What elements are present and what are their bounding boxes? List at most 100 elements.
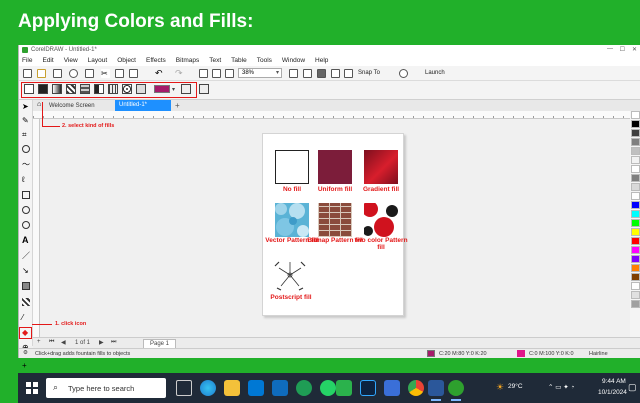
weather-temperature[interactable]: 29°C — [508, 383, 523, 390]
store-icon[interactable] — [248, 380, 264, 396]
drop-shadow-icon[interactable] — [22, 282, 30, 290]
menu-table[interactable]: Table — [231, 55, 247, 66]
palette-color[interactable] — [631, 246, 640, 254]
two-color-pattern-sample[interactable] — [362, 201, 398, 237]
connector-tool-icon[interactable]: ↘ — [22, 267, 30, 275]
palette-color[interactable] — [631, 273, 640, 281]
vertical-ruler[interactable] — [33, 119, 40, 337]
last-page-icon[interactable]: ⏭ — [111, 339, 116, 346]
palette-color[interactable] — [631, 228, 640, 236]
coreldraw-taskbar-icon[interactable] — [448, 380, 464, 401]
clock-date[interactable]: 10/1/2024 — [598, 389, 627, 396]
uniform-fill-sample[interactable] — [318, 150, 352, 184]
menu-effects[interactable]: Effects — [146, 55, 166, 66]
outlook-icon[interactable] — [272, 380, 288, 396]
export-icon[interactable] — [212, 69, 221, 78]
artistic-media-icon[interactable]: ℓ — [22, 176, 30, 184]
view-mode-icon[interactable] — [344, 69, 353, 78]
ellipse-tool-icon[interactable] — [22, 206, 30, 214]
tab-untitled-document[interactable]: Untitled-1* — [115, 100, 171, 111]
photoshop-icon[interactable] — [360, 380, 376, 396]
options-gear-icon[interactable] — [399, 69, 408, 78]
taskbar-search-input[interactable]: ⌕ Type here to search — [46, 378, 166, 398]
palette-color[interactable] — [631, 291, 640, 299]
excel-icon[interactable] — [296, 380, 312, 396]
clock-time[interactable]: 9:44 AM — [602, 378, 626, 385]
copy-icon[interactable] — [115, 69, 124, 78]
green-app-icon[interactable] — [336, 380, 352, 396]
pdf-icon[interactable] — [225, 69, 234, 78]
paste-icon[interactable] — [129, 69, 138, 78]
transparency-tool-icon[interactable] — [22, 298, 30, 306]
two-color-pattern-fill-button[interactable] — [94, 84, 104, 94]
palette-color[interactable] — [631, 183, 640, 191]
postscript-fill-button[interactable] — [122, 84, 132, 94]
minimize-icon[interactable]: — — [607, 46, 613, 52]
gradient-fill-sample[interactable] — [364, 150, 398, 184]
shape-tool-icon[interactable]: ✎ — [22, 117, 30, 125]
palette-color[interactable] — [631, 210, 640, 218]
redo-icon[interactable]: ↷ — [175, 69, 184, 78]
palette-color[interactable] — [631, 237, 640, 245]
print-icon[interactable] — [85, 69, 94, 78]
menu-layout[interactable]: Layout — [88, 55, 108, 66]
prev-page-icon[interactable]: ◀ — [61, 339, 66, 346]
whatsapp-icon[interactable] — [320, 380, 336, 396]
palette-color[interactable] — [631, 147, 640, 155]
zoom-level-select[interactable]: 38% — [238, 68, 282, 78]
palette-color[interactable] — [631, 174, 640, 182]
postscript-fill-sample[interactable] — [273, 258, 307, 292]
fill-color-picker[interactable] — [154, 85, 170, 93]
palette-color[interactable] — [631, 129, 640, 137]
import-icon[interactable] — [199, 69, 208, 78]
rectangle-tool-icon[interactable] — [22, 191, 30, 199]
launch-dropdown[interactable]: Launch — [425, 70, 445, 76]
menu-edit[interactable]: Edit — [42, 55, 53, 66]
vector-pattern-fill-button[interactable] — [66, 84, 76, 94]
new-document-icon[interactable] — [23, 69, 32, 78]
vector-pattern-sample[interactable] — [275, 203, 309, 237]
horizontal-ruler[interactable] — [33, 111, 630, 119]
maximize-icon[interactable]: ☐ — [620, 46, 625, 53]
palette-color[interactable] — [631, 282, 640, 290]
toolbox-add-icon[interactable]: + — [22, 362, 30, 370]
crop-tool-icon[interactable]: ⌗ — [22, 131, 30, 139]
edge-browser-icon[interactable] — [200, 380, 216, 396]
palette-color[interactable] — [631, 192, 640, 200]
pick-tool-icon[interactable]: ➤ — [22, 103, 30, 111]
snap-to-dropdown[interactable]: Snap To — [358, 70, 380, 76]
tab-welcome-screen[interactable]: Welcome Screen — [39, 101, 101, 111]
parallel-dimension-icon[interactable]: ／ — [22, 252, 30, 260]
menu-bitmaps[interactable]: Bitmaps — [176, 55, 199, 66]
monitor-app-icon[interactable] — [384, 380, 400, 396]
freehand-tool-icon[interactable]: 〜 — [22, 161, 30, 169]
palette-color[interactable] — [631, 201, 640, 209]
windows-start-icon[interactable] — [26, 382, 38, 394]
cloud-icon[interactable] — [69, 69, 78, 78]
first-page-icon[interactable]: ⏮ — [49, 339, 54, 346]
fill-settings-icon[interactable] — [217, 84, 227, 94]
close-icon[interactable]: ✕ — [632, 46, 637, 53]
menu-tools[interactable]: Tools — [257, 55, 272, 66]
fill-options-button[interactable] — [136, 84, 146, 94]
palette-color[interactable] — [631, 165, 640, 173]
save-icon[interactable] — [53, 69, 62, 78]
palette-color[interactable] — [631, 156, 640, 164]
fill-indicator-icon[interactable] — [427, 350, 435, 357]
palette-color[interactable] — [631, 219, 640, 227]
no-fill-button[interactable] — [24, 84, 34, 94]
palette-color[interactable] — [631, 138, 640, 146]
menu-object[interactable]: Object — [117, 55, 136, 66]
palette-color[interactable] — [631, 300, 640, 308]
menu-text[interactable]: Text — [209, 55, 221, 66]
system-tray-icons[interactable]: ⌃ ▭ ✦ ◔ — [548, 383, 574, 391]
palette-color[interactable] — [631, 111, 640, 119]
cut-icon[interactable]: ✂ — [101, 69, 110, 78]
uniform-fill-button[interactable] — [38, 84, 48, 94]
word-icon[interactable] — [428, 380, 444, 401]
outline-indicator-icon[interactable] — [517, 350, 525, 357]
texture-fill-button[interactable] — [108, 84, 118, 94]
grid-icon[interactable] — [317, 69, 326, 78]
new-tab-icon[interactable]: + — [175, 101, 180, 110]
fountain-fill-button[interactable] — [52, 84, 62, 94]
